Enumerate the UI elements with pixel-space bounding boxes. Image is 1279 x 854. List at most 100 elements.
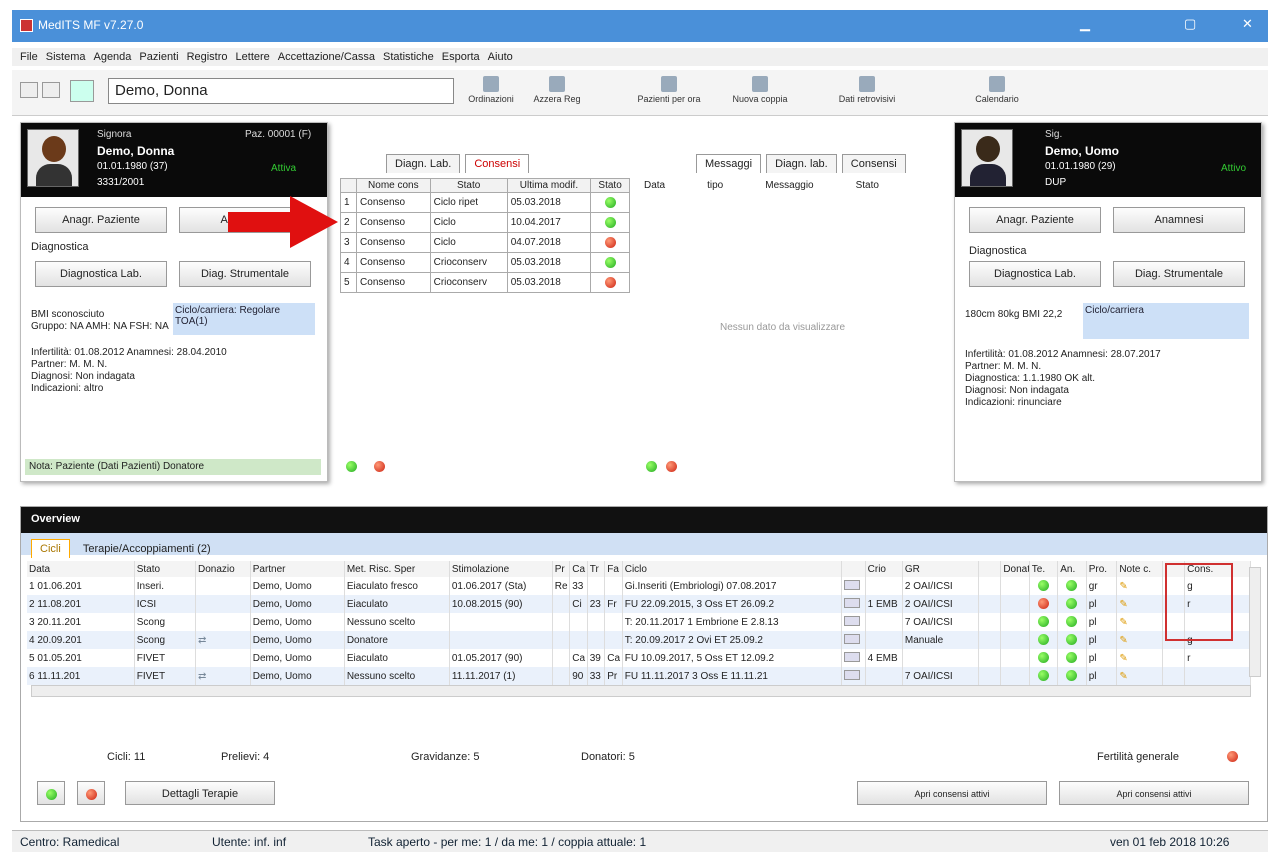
tab-diagn-lab[interactable]: Diagn. Lab.	[386, 154, 461, 173]
back-button[interactable]	[20, 82, 38, 98]
diagnostica-lab-button[interactable]: Diagnostica Lab.	[35, 261, 167, 287]
add-icon[interactable]	[646, 460, 657, 472]
column-header[interactable]: Pr	[552, 561, 571, 577]
note-icon: ✎	[1119, 598, 1128, 610]
bmi-text: 180cm 80kg BMI 22,2	[965, 309, 1063, 320]
diagnostica-lab-button[interactable]: Diagnostica Lab.	[969, 261, 1101, 287]
patient-role: Sig.	[1045, 129, 1063, 140]
column-header[interactable]: GR	[902, 561, 980, 577]
column-header[interactable]: Te.	[1029, 561, 1059, 577]
message-tabs: Messaggi Diagn. lab. Consensi	[640, 154, 940, 174]
menu-item[interactable]: Aiuto	[488, 48, 513, 66]
status-badge: Attiva	[271, 163, 297, 174]
table-row[interactable]: 4 20.09.201 Scong ⇄ Demo, Uomo Donatore T: 20…	[27, 631, 1251, 649]
add-cycle-button[interactable]	[37, 781, 65, 805]
summary-fertility: Fertilità generale	[1097, 751, 1179, 763]
column-header[interactable]: Ca	[569, 561, 588, 577]
table-row[interactable]: 2 11.08.201 ICSI Demo, Uomo Eiaculato 10.08.…	[27, 595, 1251, 613]
table-row[interactable]: 5 01.05.201 FIVET Demo, Uomo Eiaculato 01.05…	[27, 649, 1251, 667]
female-patient-card: Signora Paz. 00001 (F) Demo, Donna 01.01…	[20, 122, 328, 482]
info-line: Diagnosi: Non indagata	[31, 371, 135, 382]
tab-messaggi[interactable]: Messaggi	[696, 154, 762, 173]
diagnostica-label: Diagnostica	[31, 241, 89, 253]
status-icon	[1066, 670, 1078, 682]
tab-terapie[interactable]: Terapie/Accoppiamenti (2)	[75, 540, 219, 558]
menu-item[interactable]: Pazienti	[139, 48, 178, 66]
diag-strumentale-button[interactable]: Diag. Strumentale	[1113, 261, 1245, 287]
anamnesi-button[interactable]: Anamnesi	[1113, 207, 1245, 233]
consent-row[interactable]: 2 Consenso Ciclo 10.04.2017	[339, 212, 630, 233]
lab-values: Gruppo: NA AMH: NA FSH: NA	[31, 321, 169, 332]
apri-consensi-button-2[interactable]: Apri consensi attivi	[1059, 781, 1249, 805]
patient-dob: 01.01.1980 (37)	[97, 161, 168, 172]
forward-button[interactable]	[42, 82, 60, 98]
minimize-button[interactable]: ▁	[1080, 16, 1090, 32]
column-header[interactable]: Ciclo	[622, 561, 842, 577]
menu-item[interactable]: Lettere	[236, 48, 270, 66]
donor-icon: ⇄	[198, 670, 207, 682]
consent-row[interactable]: 1 Consenso Ciclo ripet 05.03.2018	[339, 192, 630, 213]
column-header[interactable]: Met. Risc. Sper	[344, 561, 450, 577]
tab-diagn-lab[interactable]: Diagn. lab.	[766, 154, 837, 173]
tab-cicli[interactable]: Cicli	[31, 539, 70, 558]
maximize-button[interactable]: ▢	[1184, 16, 1196, 32]
menu-bar: File Sistema Agenda Pazienti Registro Lettere…	[12, 48, 1268, 66]
table-row[interactable]: 3 20.11.201 Scong Demo, Uomo Nessuno scelto…	[27, 613, 1251, 631]
tab-consensi[interactable]: Consensi	[841, 154, 906, 173]
table-row[interactable]: 6 11.11.201 FIVET ⇄ Demo, Uomo Nessuno scelt…	[27, 667, 1251, 685]
remove-cycle-button[interactable]	[77, 781, 105, 805]
consent-row[interactable]: 5 Consenso Crioconserv 05.03.2018	[339, 272, 630, 293]
consent-panel: Diagn. Lab. Consensi Nome cons Stato Ultim…	[339, 154, 632, 314]
column-header[interactable]	[841, 561, 866, 577]
add-icon[interactable]	[346, 460, 357, 472]
column-header[interactable]: Stato	[134, 561, 197, 577]
toolbar-button-ordinazioni[interactable]: Ordinazioni	[464, 76, 518, 104]
doc-icon	[843, 669, 860, 680]
note-icon: ✎	[1119, 616, 1128, 628]
menu-item[interactable]: File	[20, 48, 38, 66]
vertical-scrollbar[interactable]	[1249, 567, 1261, 677]
menu-item[interactable]: Agenda	[93, 48, 131, 66]
horizontal-scrollbar[interactable]	[31, 685, 1251, 697]
consent-row[interactable]: 4 Consenso Crioconserv 05.03.2018	[339, 252, 630, 273]
column-header[interactable]: Fa	[604, 561, 623, 577]
column-header[interactable]: Crio	[865, 561, 903, 577]
tab-consensi[interactable]: Consensi	[465, 154, 530, 173]
patient-name-field[interactable]: Demo, Donna	[108, 78, 454, 104]
close-button[interactable]: ✕	[1242, 16, 1253, 32]
diag-strumentale-button[interactable]: Diag. Strumentale	[179, 261, 311, 287]
column-header[interactable]	[978, 561, 1002, 577]
apri-consensi-button-1[interactable]: Apri consensi attivi	[857, 781, 1047, 805]
column-header[interactable]: Stimolazione	[449, 561, 553, 577]
delete-icon[interactable]	[374, 460, 386, 472]
column-header[interactable]: Partner	[250, 561, 345, 577]
anagrafica-paziente-button[interactable]: Anagr. Paziente	[35, 207, 167, 233]
column-header[interactable]: Data	[27, 561, 135, 577]
menu-item[interactable]: Esporta	[442, 48, 480, 66]
menu-item[interactable]: Registro	[187, 48, 228, 66]
delete-icon[interactable]	[666, 460, 678, 472]
male-avatar-icon	[961, 129, 1013, 187]
toolbar-button-pazienti[interactable]: Pazienti per ora	[624, 76, 714, 104]
column-header[interactable]: Donat	[1000, 561, 1030, 577]
table-row[interactable]: 1 01.06.201 Inseri. Demo, Uomo Eiaculato fr…	[27, 577, 1251, 595]
toolbar-button-calendario[interactable]: Calendario	[962, 76, 1032, 104]
menu-item[interactable]: Sistema	[46, 48, 86, 66]
dettagli-terapie-button[interactable]: Dettagli Terapie	[125, 781, 275, 805]
toolbar-button-dati[interactable]: Dati retrovisivi	[812, 76, 922, 104]
column-header[interactable]: Donazio	[195, 561, 251, 577]
anagrafica-paziente-button[interactable]: Anagr. Paziente	[969, 207, 1101, 233]
column-header[interactable]: An.	[1057, 561, 1087, 577]
couple-icon[interactable]	[70, 80, 94, 102]
column-header[interactable]: Pro.	[1086, 561, 1118, 577]
column-header[interactable]: Tr	[587, 561, 606, 577]
toolbar: Demo, Donna Ordinazioni Azzera Reg Pazie…	[12, 70, 1268, 116]
toolbar-button-nuova-coppia[interactable]: Nuova coppia	[720, 76, 800, 104]
toolbar-button-azzera[interactable]: Azzera Reg	[524, 76, 590, 104]
consent-row[interactable]: 3 Consenso Ciclo 04.07.2018	[339, 232, 630, 253]
info-line: Infertilità: 01.08.2012 Anamnesi: 28.07.…	[965, 349, 1161, 360]
column-header[interactable]: Note c.	[1116, 561, 1164, 577]
menu-item[interactable]: Accettazione/Cassa	[278, 48, 375, 66]
status-icon	[1038, 616, 1049, 628]
menu-item[interactable]: Statistiche	[383, 48, 434, 66]
